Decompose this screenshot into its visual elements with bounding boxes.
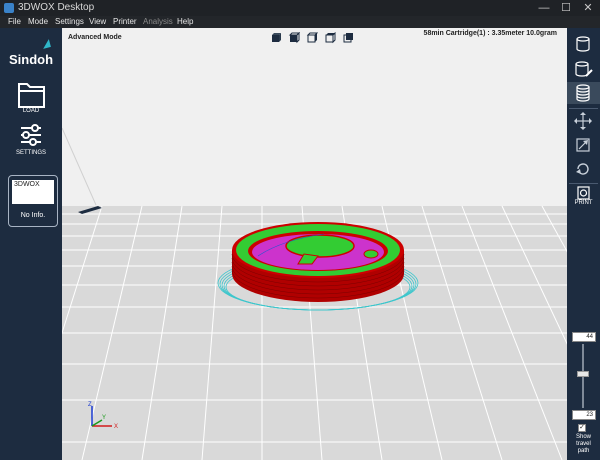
model-card[interactable]: 3DWOX No Info. — [8, 175, 58, 227]
scale-button[interactable] — [567, 134, 600, 156]
menu-view[interactable]: View — [89, 17, 106, 26]
layers-stack-button[interactable] — [567, 82, 600, 104]
settings-label: SETTINGS — [15, 150, 46, 156]
show-travel-line3: path — [577, 448, 590, 454]
show-travel-line1: Show — [575, 434, 591, 440]
sindoh-logo: Sindoh — [4, 38, 62, 68]
viewport-3d[interactable]: Z X Y Advanced Mode 58min Cartridge(1) :… — [62, 28, 567, 460]
small-knob — [363, 249, 379, 259]
menu-bar: File Mode Settings View Printer Analysis… — [0, 16, 600, 28]
move-icon — [574, 112, 592, 130]
model-info: No Info. — [20, 212, 46, 219]
menu-analysis: Analysis — [143, 17, 173, 26]
print-label: PRINT — [574, 200, 593, 206]
menu-settings[interactable]: Settings — [55, 17, 84, 26]
close-button[interactable]: ✕ — [576, 1, 600, 15]
settings-button[interactable]: SETTINGS — [0, 123, 62, 159]
view-back-icon[interactable] — [342, 32, 354, 44]
separator — [569, 108, 598, 109]
window-title: 3DWOX Desktop — [18, 2, 95, 13]
print-bed-scene: Z X Y — [62, 28, 567, 460]
axis-z-label: Z — [88, 402, 92, 408]
load-label: LOAD — [22, 108, 40, 114]
left-panel: Sindoh LOAD SETTINGS 3DWOX No Info. — [0, 28, 62, 460]
right-panel: PRINT 44 23 ✓ Show travel path — [567, 28, 600, 460]
view-iso-icon[interactable] — [270, 32, 282, 44]
logo-text: Sindoh — [9, 52, 54, 67]
axis-x-label: X — [114, 424, 118, 430]
title-bar: 3DWOX Desktop — ☐ ✕ — [0, 0, 600, 16]
menu-mode[interactable]: Mode — [28, 17, 48, 26]
view-side-icon[interactable] — [306, 32, 318, 44]
view-front-icon[interactable] — [288, 32, 300, 44]
layer-slider-bottom-value[interactable]: 23 — [572, 410, 596, 420]
sliders-icon — [21, 124, 41, 146]
view-top-icon[interactable] — [324, 32, 336, 44]
menu-printer[interactable]: Printer — [113, 17, 137, 26]
rotate-button[interactable] — [567, 158, 600, 180]
folder-icon — [18, 83, 45, 108]
view-toolbar — [270, 32, 366, 46]
show-travel-label: Show travel path — [567, 434, 600, 455]
axis-y-label: Y — [102, 415, 106, 421]
menu-help[interactable]: Help — [177, 17, 193, 26]
logo-mark-icon — [41, 39, 51, 49]
load-button[interactable]: LOAD — [0, 80, 62, 118]
model-name: 3DWOX — [14, 181, 40, 188]
layer-view-button[interactable] — [567, 34, 600, 56]
show-travel-checkbox[interactable]: ✓ — [578, 424, 586, 432]
move-button[interactable] — [567, 110, 600, 132]
rotate-icon — [576, 163, 589, 175]
layer-slider-top-value[interactable]: 44 — [572, 332, 596, 342]
dial-face — [285, 234, 355, 258]
back-wall — [62, 28, 567, 206]
app-icon — [4, 3, 14, 13]
layers-stack-icon — [576, 84, 590, 102]
model-edit-icon — [575, 61, 593, 77]
minimize-button[interactable]: — — [532, 1, 556, 15]
layer-view-icon — [576, 36, 590, 52]
print-estimate: 58min Cartridge(1) : 3.35meter 10.0gram — [423, 30, 557, 37]
menu-file[interactable]: File — [8, 17, 21, 26]
layer-slider-handle[interactable] — [577, 371, 589, 377]
show-travel-line2: travel — [576, 441, 591, 447]
model-thumbnail: 3DWOX — [12, 180, 54, 204]
scale-icon — [576, 138, 590, 152]
maximize-button[interactable]: ☐ — [554, 1, 578, 15]
model-edit-button[interactable] — [567, 58, 600, 80]
mode-label: Advanced Mode — [68, 34, 122, 41]
